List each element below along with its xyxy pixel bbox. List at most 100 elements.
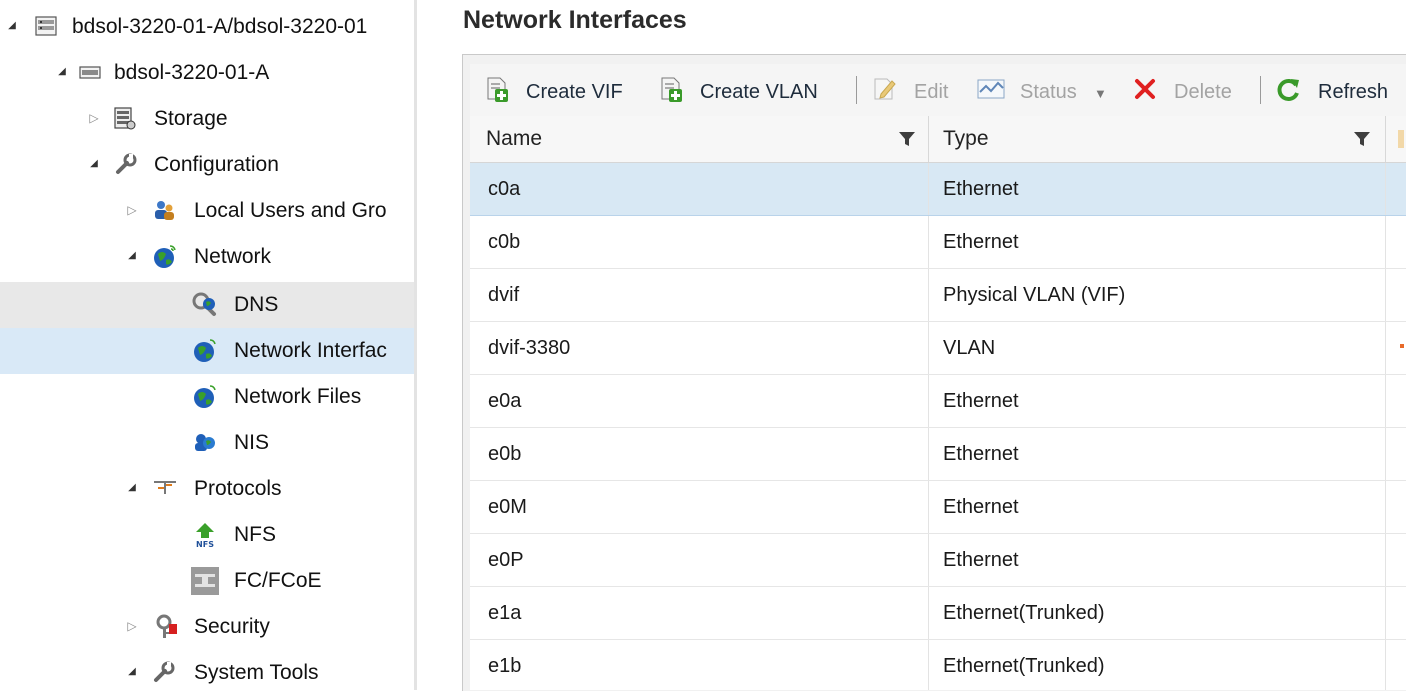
cell-name: dvif-3380 xyxy=(470,322,929,374)
delete-button[interactable]: Delete xyxy=(1132,72,1244,108)
cell-text: e0M xyxy=(488,496,527,518)
refresh-label: Refresh xyxy=(1318,81,1389,103)
globe-icon xyxy=(192,384,216,408)
table-row[interactable]: e0b Ethernet xyxy=(470,428,1406,481)
cell-type: Ethernet xyxy=(929,481,1386,533)
tree-item-storage[interactable]: ▷ Storage xyxy=(0,96,414,142)
cell-name: e1b xyxy=(470,640,929,690)
tree-item-configuration[interactable]: ◢ Configuration xyxy=(0,142,414,188)
table-row[interactable]: e0a Ethernet xyxy=(470,375,1406,428)
tree-item-fc-fcoe[interactable]: FC/FCoE xyxy=(0,558,414,604)
table-row[interactable]: e0M Ethernet xyxy=(470,481,1406,534)
table-row[interactable]: dvif Physical VLAN (VIF) xyxy=(470,269,1406,322)
collapse-arrow-icon[interactable]: ▷ xyxy=(88,111,100,125)
dropdown-arrow-icon: ▼ xyxy=(1094,86,1107,101)
tree-item-label: Network xyxy=(194,245,272,268)
key-icon xyxy=(154,614,178,638)
tree-item-protocols[interactable]: ◢ Protocols xyxy=(0,466,414,512)
column-header-label: Type xyxy=(943,127,989,150)
cell-text: e1b xyxy=(488,655,522,677)
cell-more xyxy=(1386,216,1406,268)
column-header-more[interactable] xyxy=(1386,116,1406,162)
cell-text: VLAN xyxy=(943,337,996,359)
filter-icon[interactable] xyxy=(1353,131,1371,147)
edit-icon xyxy=(872,76,898,102)
expand-arrow-icon[interactable]: ◢ xyxy=(56,65,68,79)
globe-icon xyxy=(192,338,216,362)
collapse-arrow-icon[interactable]: ▷ xyxy=(126,619,138,633)
storage-icon xyxy=(112,106,136,130)
node-icon xyxy=(78,60,102,84)
cell-type: Ethernet xyxy=(929,534,1386,586)
cell-more xyxy=(1386,163,1406,215)
tree-item-nis[interactable]: NIS xyxy=(0,420,414,466)
tree-item-label: DNS xyxy=(234,293,279,316)
svg-text:NFS: NFS xyxy=(196,540,214,548)
create-icon xyxy=(484,76,510,102)
toolbar-separator xyxy=(1260,76,1261,104)
tree-item-network-interfaces[interactable]: Network Interfac xyxy=(0,328,414,374)
pane-splitter[interactable] xyxy=(414,0,417,690)
edit-button[interactable]: Edit xyxy=(872,72,962,108)
expand-arrow-icon[interactable]: ◢ xyxy=(6,19,18,33)
tree-item-nfs[interactable]: NFS NFS xyxy=(0,512,414,558)
cell-more xyxy=(1386,428,1406,480)
refresh-icon xyxy=(1274,76,1300,102)
tree-item-cluster[interactable]: ◢ bdsol-3220-01-A/bdsol-3220-01 xyxy=(0,4,414,50)
cell-more xyxy=(1386,375,1406,427)
cell-type: Ethernet xyxy=(929,375,1386,427)
create-vlan-button[interactable]: Create VLAN xyxy=(658,72,840,108)
expand-arrow-icon[interactable]: ◢ xyxy=(126,249,138,263)
table-row[interactable]: c0a Ethernet xyxy=(470,163,1406,216)
expand-arrow-icon[interactable]: ◢ xyxy=(88,157,100,171)
cell-more xyxy=(1386,640,1406,690)
collapse-arrow-icon[interactable]: ▷ xyxy=(126,203,138,217)
table-row[interactable]: e1a Ethernet(Trunked) xyxy=(470,587,1406,640)
cell-text: dvif xyxy=(488,284,520,306)
cell-type: VLAN xyxy=(929,322,1386,374)
cell-text: Ethernet xyxy=(943,390,1019,412)
status-dropdown[interactable]: Status ▼ xyxy=(976,72,1116,108)
tree-item-local-users[interactable]: ▷ Local Users and Gro xyxy=(0,188,414,234)
globe-icon xyxy=(152,244,176,268)
tree-item-network-files[interactable]: Network Files xyxy=(0,374,414,420)
cell-text: Ethernet(Trunked) xyxy=(943,655,1105,677)
tree-item-system-tools[interactable]: ◢ System Tools xyxy=(0,650,414,690)
tree-item-label: NIS xyxy=(234,431,270,454)
cell-text: dvif-3380 xyxy=(488,337,571,359)
cell-text: Ethernet xyxy=(943,231,1019,253)
toolbar-separator xyxy=(856,76,857,104)
tree-item-label: Configuration xyxy=(154,153,279,176)
tree-item-label: NFS xyxy=(234,523,276,546)
refresh-button[interactable]: Refresh xyxy=(1274,72,1404,108)
cell-text: e0b xyxy=(488,443,522,465)
cell-text: Ethernet xyxy=(943,549,1019,571)
tree-item-dns[interactable]: DNS xyxy=(0,282,414,328)
cell-name: e0M xyxy=(470,481,929,533)
expand-arrow-icon[interactable]: ◢ xyxy=(126,481,138,495)
create-vif-button[interactable]: Create VIF xyxy=(484,72,652,108)
cell-text: Physical VLAN (VIF) xyxy=(943,284,1126,306)
status-label: Status xyxy=(1020,81,1077,103)
cell-more xyxy=(1386,587,1406,639)
column-header-name[interactable]: Name xyxy=(470,116,929,162)
expand-arrow-icon[interactable]: ◢ xyxy=(126,665,138,679)
cell-text: e1a xyxy=(488,602,522,624)
tree-item-node[interactable]: ◢ bdsol-3220-01-A xyxy=(0,50,414,96)
filter-icon[interactable] xyxy=(898,131,916,147)
page-title: Network Interfaces xyxy=(463,6,687,34)
cluster-icon xyxy=(34,14,58,38)
cell-name: c0b xyxy=(470,216,929,268)
cell-type: Physical VLAN (VIF) xyxy=(929,269,1386,321)
column-header-type[interactable]: Type xyxy=(929,116,1386,162)
navigation-tree: ◢ bdsol-3220-01-A/bdsol-3220-01 ◢ bdsol-… xyxy=(0,0,414,690)
table-row[interactable]: e1b Ethernet(Trunked) xyxy=(470,640,1406,690)
table-row[interactable]: e0P Ethernet xyxy=(470,534,1406,587)
tree-item-label: bdsol-3220-01-A xyxy=(114,61,270,84)
table-row[interactable]: c0b Ethernet xyxy=(470,216,1406,269)
cell-text: Ethernet xyxy=(943,178,1019,200)
tree-item-security[interactable]: ▷ Security xyxy=(0,604,414,650)
tree-item-network[interactable]: ◢ Network xyxy=(0,234,414,280)
table-row[interactable]: dvif-3380 VLAN xyxy=(470,322,1406,375)
tree-item-label: Local Users and Gro xyxy=(194,199,387,222)
